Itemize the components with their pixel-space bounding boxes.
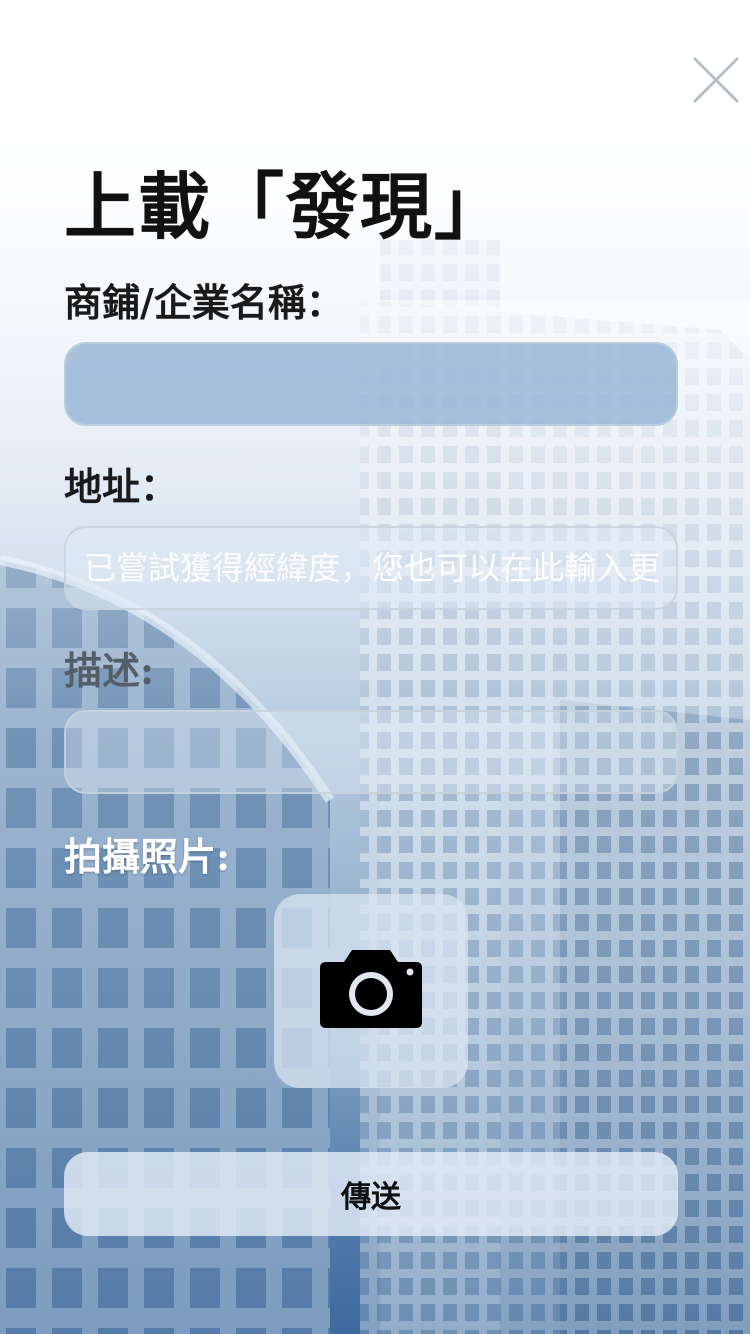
- address-input[interactable]: [64, 526, 678, 610]
- shop-name-input[interactable]: [64, 342, 678, 426]
- close-icon: [692, 56, 740, 104]
- take-photo-button[interactable]: [274, 894, 468, 1088]
- page-title: 上載「發現」: [64, 164, 509, 249]
- shop-name-label: 商鋪/企業名稱：: [64, 280, 344, 325]
- camera-icon: [320, 950, 422, 1028]
- close-button[interactable]: [688, 52, 744, 108]
- submit-button[interactable]: 傳送: [64, 1152, 678, 1236]
- description-label: 描述:: [64, 648, 155, 693]
- description-input[interactable]: [64, 710, 678, 794]
- photo-label: 拍攝照片:: [64, 834, 231, 879]
- address-label: 地址：: [64, 464, 179, 509]
